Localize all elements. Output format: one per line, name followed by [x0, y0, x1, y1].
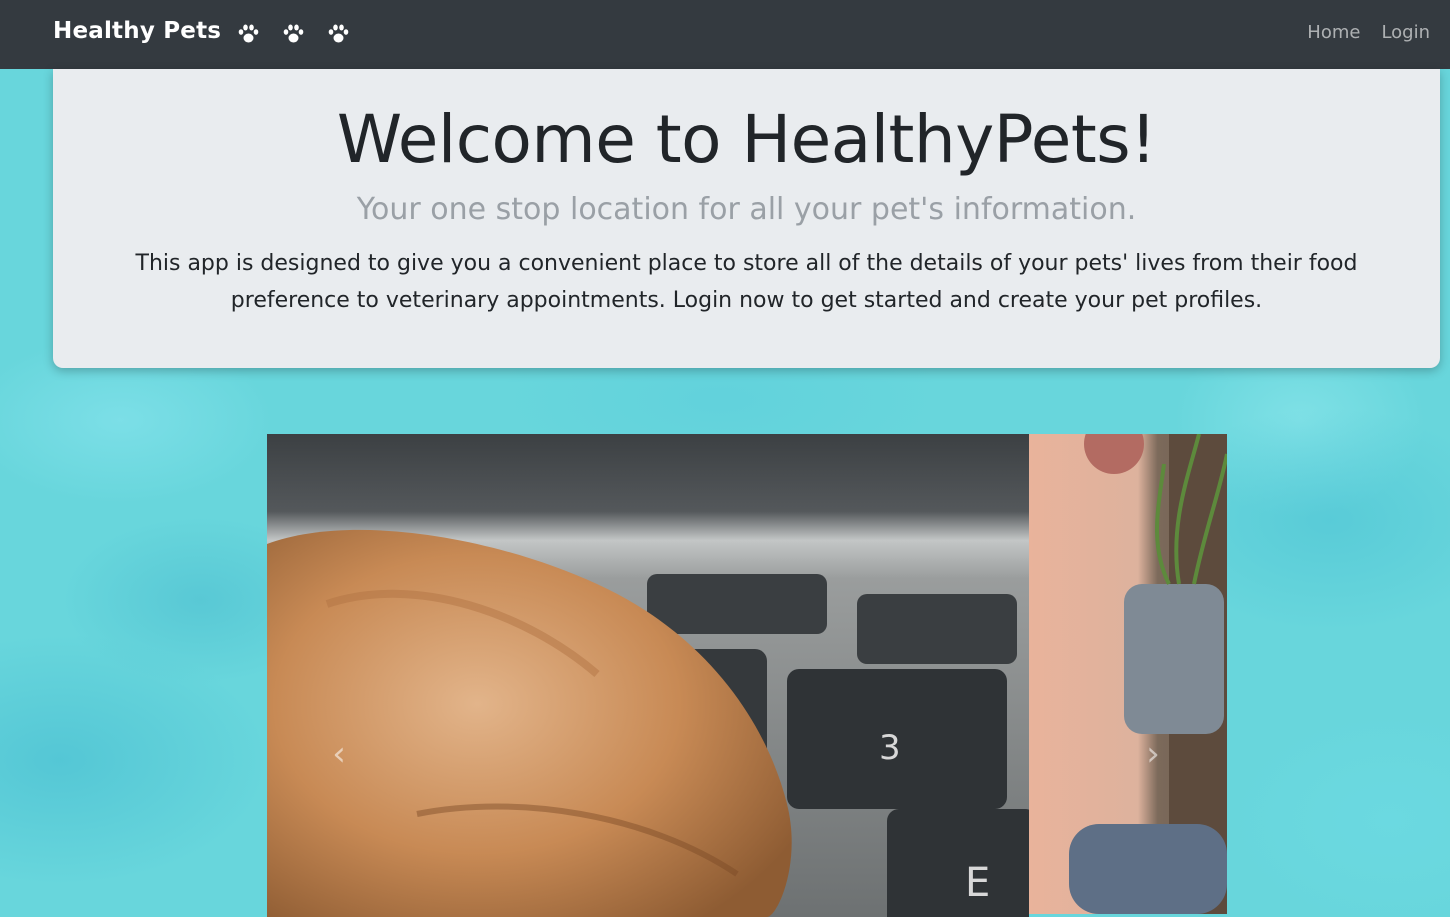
svg-text:3: 3 [879, 728, 901, 768]
cat-paw-illustration: 3 E [267, 529, 1029, 917]
svg-text:E: E [965, 860, 990, 906]
nav-link-login[interactable]: Login [1381, 22, 1430, 43]
intro-text: This app is designed to give you a conve… [135, 251, 1358, 313]
nav-link-home[interactable]: Home [1307, 22, 1360, 43]
page-title: Welcome to HealthyPets! [336, 101, 1157, 178]
welcome-jumbotron: Welcome to HealthyPets! Your one stop lo… [53, 69, 1440, 368]
chevron-left-icon[interactable]: ‹ [324, 734, 354, 774]
navbar: Healthy Pets Home Login [0, 0, 1450, 69]
cat-paw-on-laptop-photo: 3 E [267, 434, 1029, 917]
nav-links: Home Login [1307, 22, 1430, 43]
plant-illustration [1069, 434, 1227, 914]
paw-icon [283, 24, 304, 43]
brand-logo[interactable]: Healthy Pets [53, 18, 221, 44]
person-with-plant-photo [1029, 434, 1227, 914]
lead-subtitle: Your one stop location for all your pet'… [356, 192, 1137, 227]
image-carousel: 3 E ‹ › [267, 434, 1227, 917]
paw-icon [328, 24, 349, 43]
paw-icon [238, 24, 259, 43]
paw-icons [238, 24, 349, 44]
chevron-right-icon[interactable]: › [1138, 734, 1168, 774]
